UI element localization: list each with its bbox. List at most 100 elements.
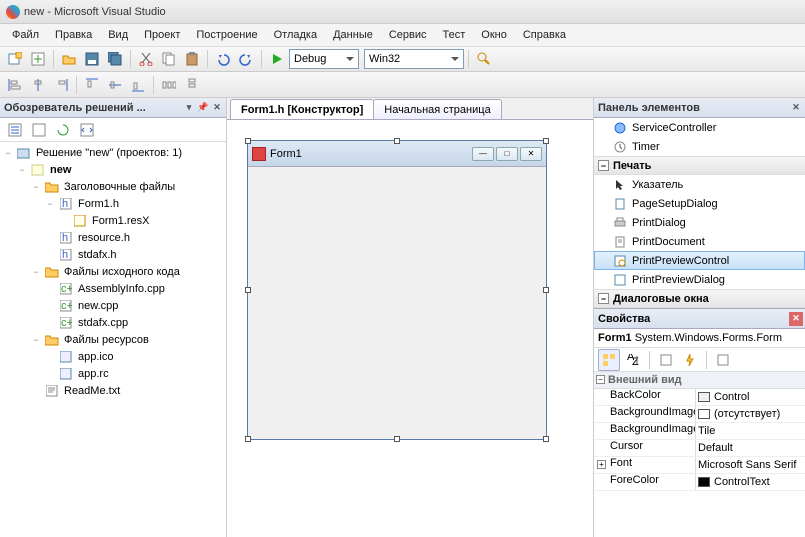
cut-button[interactable]	[135, 48, 157, 70]
resources-folder[interactable]: Файлы ресурсов	[62, 334, 151, 346]
menu-tools[interactable]: Сервис	[381, 27, 435, 43]
prop-row[interactable]: +FontMicrosoft Sans Serif	[594, 457, 805, 474]
prop-value[interactable]: Microsoft Sans Serif	[698, 459, 796, 471]
toolbox-item[interactable]: PrintDialog	[594, 213, 805, 232]
headers-folder[interactable]: Заголовочные файлы	[62, 181, 177, 193]
properties-button[interactable]	[655, 349, 677, 371]
toolbox-item-pointer[interactable]: Указатель	[594, 175, 805, 194]
toolbox-group-print[interactable]: −Печать	[594, 156, 805, 175]
menu-test[interactable]: Тест	[435, 27, 474, 43]
asminfo-file[interactable]: AssemblyInfo.cpp	[76, 283, 167, 295]
config-combo[interactable]: Debug	[289, 49, 359, 69]
refresh-button[interactable]	[52, 119, 74, 141]
platform-combo[interactable]: Win32	[364, 49, 464, 69]
alphabetical-button[interactable]: AZ	[622, 349, 644, 371]
resize-handle[interactable]	[245, 287, 251, 293]
undo-button[interactable]	[212, 48, 234, 70]
resize-handle[interactable]	[543, 287, 549, 293]
prop-row[interactable]: CursorDefault	[594, 440, 805, 457]
show-all-button[interactable]	[28, 119, 50, 141]
align-middle-button[interactable]	[104, 74, 126, 96]
align-top-button[interactable]	[81, 74, 103, 96]
menu-build[interactable]: Построение	[188, 27, 265, 43]
form1h-file[interactable]: Form1.h	[76, 198, 121, 210]
add-item-button[interactable]	[27, 48, 49, 70]
stdafxcpp-file[interactable]: stdafx.cpp	[76, 317, 130, 329]
prop-row[interactable]: BackColorControl	[594, 389, 805, 406]
close-icon[interactable]: ✕	[789, 312, 803, 326]
events-button[interactable]	[679, 349, 701, 371]
resourceh-file[interactable]: resource.h	[76, 232, 132, 244]
menu-file[interactable]: Файл	[4, 27, 47, 43]
prop-value[interactable]: Tile	[698, 425, 715, 437]
prop-row[interactable]: BackgroundImage(отсутствует)	[594, 406, 805, 423]
property-grid[interactable]: −Внешний вид BackColorControl Background…	[594, 372, 805, 537]
menu-data[interactable]: Данные	[325, 27, 381, 43]
properties-object[interactable]: Form1 System.Windows.Forms.Form	[594, 329, 805, 348]
new-project-button[interactable]	[4, 48, 26, 70]
menu-edit[interactable]: Правка	[47, 27, 100, 43]
redo-button[interactable]	[235, 48, 257, 70]
categorized-button[interactable]	[598, 349, 620, 371]
form1resx-file[interactable]: Form1.resX	[90, 215, 151, 227]
toolbox-item[interactable]: PageSetupDialog	[594, 194, 805, 213]
toolbox-item-selected[interactable]: PrintPreviewControl	[594, 251, 805, 270]
resize-handle[interactable]	[245, 138, 251, 144]
toolbox-item[interactable]: ServiceController	[594, 118, 805, 137]
spacing-h-button[interactable]	[158, 74, 180, 96]
paste-button[interactable]	[181, 48, 203, 70]
spacing-v-button[interactable]	[181, 74, 203, 96]
view-code-button[interactable]	[76, 119, 98, 141]
design-form[interactable]: Form1 — □ ✕	[247, 140, 547, 440]
align-left-button[interactable]	[4, 74, 26, 96]
property-pages-button[interactable]	[712, 349, 734, 371]
copy-button[interactable]	[158, 48, 180, 70]
prop-row[interactable]: ForeColorControlText	[594, 474, 805, 491]
align-right-button[interactable]	[50, 74, 72, 96]
resize-handle[interactable]	[543, 436, 549, 442]
sources-folder[interactable]: Файлы исходного кода	[62, 266, 182, 278]
newcpp-file[interactable]: new.cpp	[76, 300, 120, 312]
tab-start-page[interactable]: Начальная страница	[373, 99, 501, 119]
properties-button[interactable]	[4, 119, 26, 141]
prop-value[interactable]: (отсутствует)	[714, 408, 780, 420]
prop-category[interactable]: −Внешний вид	[594, 372, 805, 389]
resize-handle[interactable]	[394, 436, 400, 442]
close-icon[interactable]: ✕	[210, 101, 224, 115]
align-center-button[interactable]	[27, 74, 49, 96]
solution-root[interactable]: Решение "new" (проектов: 1)	[34, 147, 184, 159]
panel-dropdown-icon[interactable]: ▾	[182, 101, 196, 115]
form-body[interactable]	[248, 167, 546, 439]
tab-form-designer[interactable]: Form1.h [Конструктор]	[230, 99, 374, 119]
solution-tree[interactable]: −Решение "new" (проектов: 1) −new −Загол…	[0, 142, 226, 537]
find-button[interactable]	[473, 48, 495, 70]
prop-row[interactable]: BackgroundImageLayoutTile	[594, 423, 805, 440]
toolbox-list[interactable]: ServiceController Timer −Печать Указател…	[594, 118, 805, 308]
apprc-file[interactable]: app.rc	[76, 368, 111, 380]
toolbox-item[interactable]: PrintPreviewDialog	[594, 270, 805, 289]
menu-view[interactable]: Вид	[100, 27, 136, 43]
stdafxh-file[interactable]: stdafx.h	[76, 249, 119, 261]
save-all-button[interactable]	[104, 48, 126, 70]
appico-file[interactable]: app.ico	[76, 351, 115, 363]
prop-value[interactable]: ControlText	[714, 476, 770, 488]
prop-value[interactable]: Control	[714, 391, 749, 403]
project-node[interactable]: new	[48, 164, 73, 176]
menu-window[interactable]: Окно	[473, 27, 515, 43]
open-button[interactable]	[58, 48, 80, 70]
form-designer[interactable]: Form1 — □ ✕	[227, 120, 593, 537]
menu-debug[interactable]: Отладка	[266, 27, 325, 43]
prop-value[interactable]: Default	[698, 442, 733, 454]
toolbox-item[interactable]: PrintDocument	[594, 232, 805, 251]
resize-handle[interactable]	[394, 138, 400, 144]
start-debug-button[interactable]	[266, 48, 288, 70]
close-icon[interactable]: ✕	[789, 101, 803, 115]
menu-project[interactable]: Проект	[136, 27, 188, 43]
menu-help[interactable]: Справка	[515, 27, 574, 43]
resize-handle[interactable]	[245, 436, 251, 442]
toolbox-item[interactable]: Timer	[594, 137, 805, 156]
pin-icon[interactable]: 📌	[196, 101, 210, 115]
resize-handle[interactable]	[543, 138, 549, 144]
align-bottom-button[interactable]	[127, 74, 149, 96]
readme-file[interactable]: ReadMe.txt	[62, 385, 122, 397]
